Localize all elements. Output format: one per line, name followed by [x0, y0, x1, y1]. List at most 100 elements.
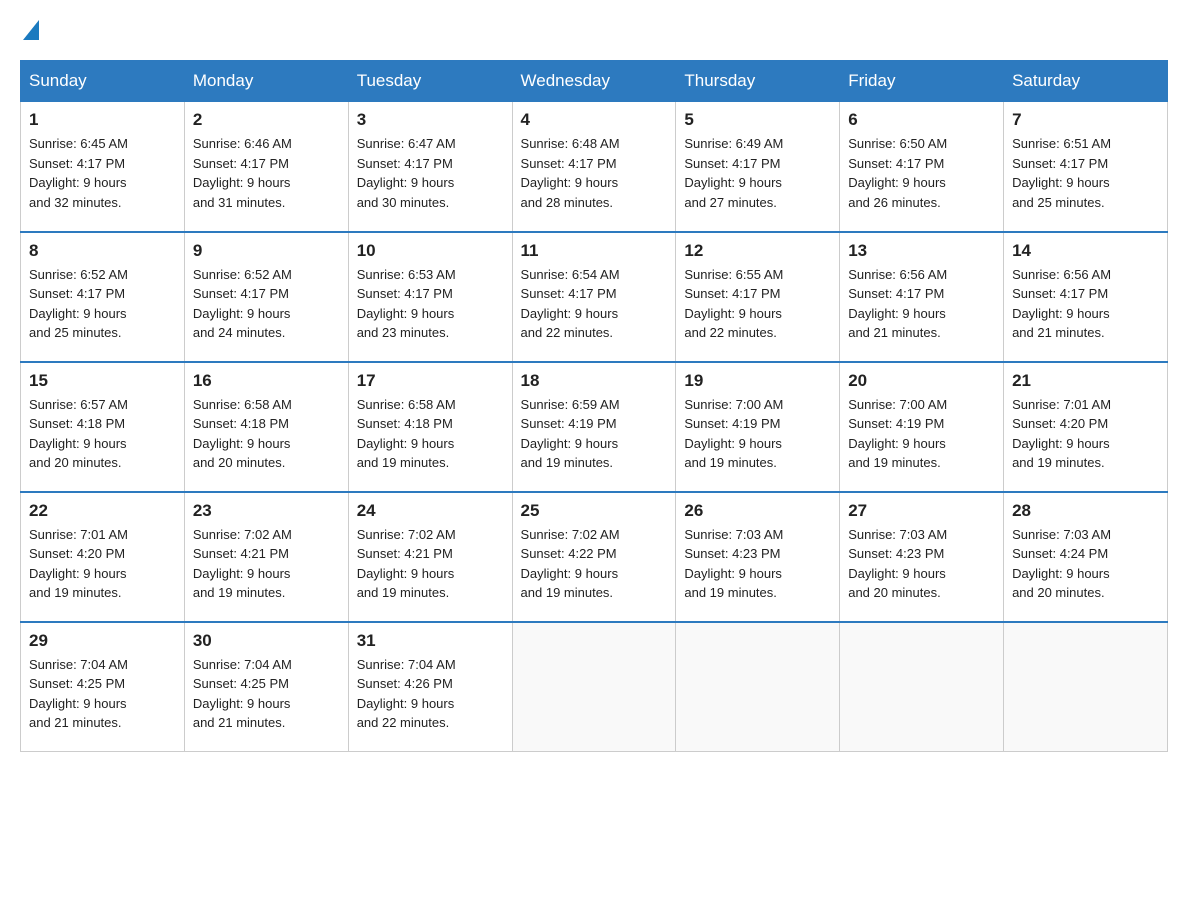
day-number: 16	[193, 371, 340, 391]
day-info: Sunrise: 6:57 AMSunset: 4:18 PMDaylight:…	[29, 395, 176, 473]
calendar-day-cell	[512, 622, 676, 752]
day-info: Sunrise: 7:03 AMSunset: 4:24 PMDaylight:…	[1012, 525, 1159, 603]
calendar-day-cell	[1004, 622, 1168, 752]
calendar-day-cell: 19 Sunrise: 7:00 AMSunset: 4:19 PMDayligh…	[676, 362, 840, 492]
logo-triangle-icon	[23, 20, 39, 40]
calendar-day-cell: 23Sunrise: 7:02 AMSunset: 4:21 PMDayligh…	[184, 492, 348, 622]
day-info: Sunrise: 6:52 AMSunset: 4:17 PMDaylight:…	[29, 265, 176, 343]
calendar-day-cell: 4 Sunrise: 6:48 AMSunset: 4:17 PMDaylight…	[512, 102, 676, 232]
day-info: Sunrise: 6:53 AMSunset: 4:17 PMDaylight:…	[357, 265, 504, 343]
day-number: 29	[29, 631, 176, 651]
column-header-tuesday: Tuesday	[348, 61, 512, 102]
day-info: Sunrise: 7:04 AMSunset: 4:26 PMDaylight:…	[357, 655, 504, 733]
day-number: 12	[684, 241, 831, 261]
day-info: Sunrise: 7:04 AMSunset: 4:25 PMDaylight:…	[29, 655, 176, 733]
day-number: 2	[193, 110, 340, 130]
day-number: 13	[848, 241, 995, 261]
page-header	[20, 20, 1168, 40]
day-info: Sunrise: 6:49 AMSunset: 4:17 PMDaylight:…	[684, 134, 831, 212]
day-number: 10	[357, 241, 504, 261]
calendar-day-cell: 26 Sunrise: 7:03 AMSunset: 4:23 PMDayligh…	[676, 492, 840, 622]
calendar-week-row: 1 Sunrise: 6:45 AMSunset: 4:17 PMDaylight…	[21, 102, 1168, 232]
day-number: 31	[357, 631, 504, 651]
day-info: Sunrise: 6:54 AMSunset: 4:17 PMDaylight:…	[521, 265, 668, 343]
day-number: 17	[357, 371, 504, 391]
day-info: Sunrise: 7:03 AMSunset: 4:23 PMDaylight:…	[684, 525, 831, 603]
day-number: 4	[521, 110, 668, 130]
column-header-friday: Friday	[840, 61, 1004, 102]
day-number: 11	[521, 241, 668, 261]
day-info: Sunrise: 6:51 AMSunset: 4:17 PMDaylight:…	[1012, 134, 1159, 212]
calendar-day-cell: 3 Sunrise: 6:47 AMSunset: 4:17 PMDaylight…	[348, 102, 512, 232]
calendar-day-cell: 9Sunrise: 6:52 AMSunset: 4:17 PMDaylight…	[184, 232, 348, 362]
calendar-day-cell: 29 Sunrise: 7:04 AMSunset: 4:25 PMDayligh…	[21, 622, 185, 752]
day-number: 14	[1012, 241, 1159, 261]
logo	[20, 20, 39, 40]
calendar-day-cell: 17Sunrise: 6:58 AMSunset: 4:18 PMDayligh…	[348, 362, 512, 492]
calendar-day-cell: 6 Sunrise: 6:50 AMSunset: 4:17 PMDaylight…	[840, 102, 1004, 232]
day-info: Sunrise: 6:52 AMSunset: 4:17 PMDaylight:…	[193, 265, 340, 343]
day-number: 25	[521, 501, 668, 521]
column-header-sunday: Sunday	[21, 61, 185, 102]
day-info: Sunrise: 7:02 AMSunset: 4:22 PMDaylight:…	[521, 525, 668, 603]
day-info: Sunrise: 6:46 AMSunset: 4:17 PMDaylight:…	[193, 134, 340, 212]
day-info: Sunrise: 7:03 AMSunset: 4:23 PMDaylight:…	[848, 525, 995, 603]
day-number: 28	[1012, 501, 1159, 521]
calendar-day-cell: 18Sunrise: 6:59 AMSunset: 4:19 PMDayligh…	[512, 362, 676, 492]
calendar-day-cell	[840, 622, 1004, 752]
day-number: 26	[684, 501, 831, 521]
day-number: 6	[848, 110, 995, 130]
day-number: 19	[684, 371, 831, 391]
calendar-week-row: 8 Sunrise: 6:52 AMSunset: 4:17 PMDaylight…	[21, 232, 1168, 362]
day-info: Sunrise: 6:58 AMSunset: 4:18 PMDaylight:…	[193, 395, 340, 473]
calendar-day-cell: 25 Sunrise: 7:02 AMSunset: 4:22 PMDayligh…	[512, 492, 676, 622]
calendar-day-cell: 20Sunrise: 7:00 AMSunset: 4:19 PMDayligh…	[840, 362, 1004, 492]
day-number: 22	[29, 501, 176, 521]
day-number: 5	[684, 110, 831, 130]
calendar-day-cell	[676, 622, 840, 752]
day-info: Sunrise: 6:48 AMSunset: 4:17 PMDaylight:…	[521, 134, 668, 212]
day-number: 18	[521, 371, 668, 391]
calendar-day-cell: 1 Sunrise: 6:45 AMSunset: 4:17 PMDaylight…	[21, 102, 185, 232]
calendar-day-cell: 12 Sunrise: 6:55 AMSunset: 4:17 PMDayligh…	[676, 232, 840, 362]
calendar-day-cell: 28 Sunrise: 7:03 AMSunset: 4:24 PMDayligh…	[1004, 492, 1168, 622]
day-number: 3	[357, 110, 504, 130]
calendar-day-cell: 21 Sunrise: 7:01 AMSunset: 4:20 PMDayligh…	[1004, 362, 1168, 492]
day-info: Sunrise: 6:55 AMSunset: 4:17 PMDaylight:…	[684, 265, 831, 343]
calendar-day-cell: 30 Sunrise: 7:04 AMSunset: 4:25 PMDayligh…	[184, 622, 348, 752]
day-number: 1	[29, 110, 176, 130]
calendar-day-cell: 31 Sunrise: 7:04 AMSunset: 4:26 PMDayligh…	[348, 622, 512, 752]
day-info: Sunrise: 7:01 AMSunset: 4:20 PMDaylight:…	[1012, 395, 1159, 473]
day-info: Sunrise: 6:50 AMSunset: 4:17 PMDaylight:…	[848, 134, 995, 212]
day-info: Sunrise: 7:04 AMSunset: 4:25 PMDaylight:…	[193, 655, 340, 733]
column-header-monday: Monday	[184, 61, 348, 102]
calendar-day-cell: 22 Sunrise: 7:01 AMSunset: 4:20 PMDayligh…	[21, 492, 185, 622]
day-info: Sunrise: 6:47 AMSunset: 4:17 PMDaylight:…	[357, 134, 504, 212]
calendar-week-row: 29 Sunrise: 7:04 AMSunset: 4:25 PMDayligh…	[21, 622, 1168, 752]
column-header-wednesday: Wednesday	[512, 61, 676, 102]
calendar-day-cell: 7 Sunrise: 6:51 AMSunset: 4:17 PMDaylight…	[1004, 102, 1168, 232]
calendar-day-cell: 2 Sunrise: 6:46 AMSunset: 4:17 PMDaylight…	[184, 102, 348, 232]
column-header-saturday: Saturday	[1004, 61, 1168, 102]
day-number: 15	[29, 371, 176, 391]
day-number: 30	[193, 631, 340, 651]
calendar-day-cell: 27 Sunrise: 7:03 AMSunset: 4:23 PMDayligh…	[840, 492, 1004, 622]
day-number: 27	[848, 501, 995, 521]
day-info: Sunrise: 7:01 AMSunset: 4:20 PMDaylight:…	[29, 525, 176, 603]
column-header-thursday: Thursday	[676, 61, 840, 102]
day-info: Sunrise: 7:02 AMSunset: 4:21 PMDaylight:…	[357, 525, 504, 603]
day-info: Sunrise: 7:00 AMSunset: 4:19 PMDaylight:…	[684, 395, 831, 473]
day-number: 8	[29, 241, 176, 261]
day-number: 21	[1012, 371, 1159, 391]
day-info: Sunrise: 6:45 AMSunset: 4:17 PMDaylight:…	[29, 134, 176, 212]
calendar-table: SundayMondayTuesdayWednesdayThursdayFrid…	[20, 60, 1168, 752]
calendar-day-cell: 16 Sunrise: 6:58 AMSunset: 4:18 PMDayligh…	[184, 362, 348, 492]
day-info: Sunrise: 6:56 AMSunset: 4:17 PMDaylight:…	[1012, 265, 1159, 343]
calendar-day-cell: 15 Sunrise: 6:57 AMSunset: 4:18 PMDayligh…	[21, 362, 185, 492]
calendar-day-cell: 14 Sunrise: 6:56 AMSunset: 4:17 PMDayligh…	[1004, 232, 1168, 362]
calendar-day-cell: 5 Sunrise: 6:49 AMSunset: 4:17 PMDaylight…	[676, 102, 840, 232]
day-number: 7	[1012, 110, 1159, 130]
day-number: 20	[848, 371, 995, 391]
calendar-day-cell: 13Sunrise: 6:56 AMSunset: 4:17 PMDayligh…	[840, 232, 1004, 362]
calendar-day-cell: 11 Sunrise: 6:54 AMSunset: 4:17 PMDayligh…	[512, 232, 676, 362]
